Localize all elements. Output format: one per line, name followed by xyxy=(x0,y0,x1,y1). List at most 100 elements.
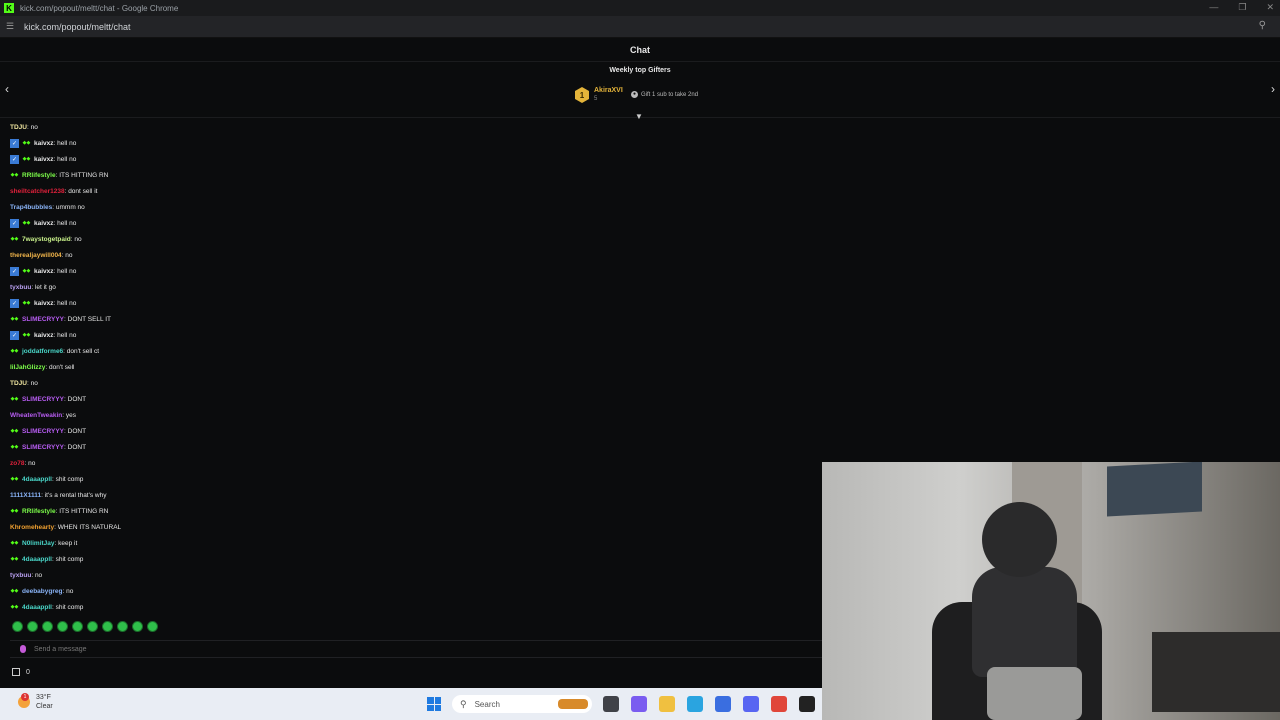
site-settings-icon[interactable]: ☰ xyxy=(6,21,16,32)
chat-username[interactable]: Khromehearty xyxy=(10,524,54,531)
chat-username[interactable]: SLIMECRYYY xyxy=(22,316,64,323)
task-view-icon[interactable] xyxy=(603,696,619,712)
chat-username[interactable]: tyxbuu xyxy=(10,572,31,579)
chat-username[interactable]: 4daaappll xyxy=(22,556,52,563)
chat-text: hell no xyxy=(57,267,77,275)
file-explorer-icon[interactable] xyxy=(659,696,675,712)
chat-message: lilJahGlizzy: don't sell xyxy=(10,359,810,375)
chat-text: dont sell it xyxy=(68,187,98,195)
gift-box-icon[interactable] xyxy=(12,668,20,676)
chat-username[interactable]: sheiltcatcher1238 xyxy=(10,188,65,195)
chat-text: shit comp xyxy=(55,603,84,611)
windows-start-icon[interactable] xyxy=(427,697,441,711)
top-gifter[interactable]: 1 AkiraXVI 5 xyxy=(575,86,623,104)
chat-username[interactable]: 4daaappll xyxy=(22,604,52,611)
address-bar[interactable]: ☰ kick.com/popout/meltt/chat ⚲ xyxy=(0,16,1280,38)
chat-message: ◆◆ 4daaappll: shit comp xyxy=(10,471,810,487)
chat-message: ◆◆ 7waystogetpaid: no xyxy=(10,231,810,247)
emote-icon[interactable] xyxy=(132,621,143,632)
chat-message: ✓ ◆◆ kaivxz: hell no xyxy=(10,151,810,167)
url-text[interactable]: kick.com/popout/meltt/chat xyxy=(24,22,131,32)
emote-icon[interactable] xyxy=(87,621,98,632)
chat-text: shit comp xyxy=(55,475,84,483)
weather-desc: Clear xyxy=(36,703,53,710)
chat-username[interactable]: Trap4bubbles xyxy=(10,204,52,211)
emote-icon[interactable] xyxy=(42,621,53,632)
chat-username[interactable]: 1111X1111 xyxy=(10,492,41,499)
subscriber-badge-icon: ◆◆ xyxy=(10,444,19,450)
emote-icon[interactable] xyxy=(72,621,83,632)
chat-input[interactable]: Send a message xyxy=(10,640,822,658)
chat-username[interactable]: kaivxz xyxy=(34,332,54,339)
emote-icon[interactable] xyxy=(57,621,68,632)
gift-hint[interactable]: ● Gift 1 sub to take 2nd xyxy=(631,91,698,98)
subscriber-badge-icon: ◆◆ xyxy=(10,508,19,514)
chat-username[interactable]: lilJahGlizzy xyxy=(10,364,45,371)
chat-username[interactable]: therealjaywill004 xyxy=(10,252,62,259)
chat-message: ◆◆ deebabygreg: no xyxy=(10,583,810,599)
emote-icon[interactable] xyxy=(102,621,113,632)
copilot-icon[interactable] xyxy=(631,696,647,712)
chat-username[interactable]: kaivxz xyxy=(34,300,54,307)
chat-text: no xyxy=(65,251,73,259)
chat-username[interactable]: tyxbuu xyxy=(10,284,31,291)
verified-badge-icon: ✓ xyxy=(10,266,19,276)
chat-username[interactable]: RRlifestyle xyxy=(22,508,56,515)
verified-badge-icon: ✓ xyxy=(10,330,19,340)
chat-username[interactable]: TDJU xyxy=(10,380,27,387)
discord-icon[interactable] xyxy=(743,696,759,712)
minimize-icon[interactable]: — xyxy=(1209,2,1218,13)
chat-username[interactable]: WheatenTweakin xyxy=(10,412,62,419)
chat-message: ✓ ◆◆ kaivxz: hell no xyxy=(10,327,810,343)
chevron-left-icon[interactable]: ‹ xyxy=(5,82,9,96)
chat-username[interactable]: SLIMECRYYY xyxy=(22,428,64,435)
search-icon[interactable]: ⚲ xyxy=(1259,20,1266,31)
webcam-poster xyxy=(1107,462,1202,517)
chat-text: no xyxy=(34,571,43,579)
weather-widget[interactable]: 1 33°F Clear xyxy=(18,693,53,711)
chat-username[interactable]: joddatforme6 xyxy=(22,348,63,355)
taskbar: 1 33°F Clear ⚲ Search xyxy=(0,688,822,720)
chevron-right-icon[interactable]: › xyxy=(1271,82,1275,96)
chat-username[interactable]: kaivxz xyxy=(34,156,54,163)
subscriber-badge-icon: ◆◆ xyxy=(22,268,31,274)
close-icon[interactable]: ✕ xyxy=(1266,2,1274,13)
emote-icon[interactable] xyxy=(12,621,23,632)
chat-message: TDJU: no xyxy=(10,119,810,135)
chat-username[interactable]: RRlifestyle xyxy=(22,172,56,179)
restore-icon[interactable]: ❐ xyxy=(1238,2,1246,13)
emote-icon[interactable] xyxy=(27,621,38,632)
chat-username[interactable]: SLIMECRYYY xyxy=(22,444,64,451)
chat-username[interactable]: 4daaappll xyxy=(22,476,52,483)
webcam-couch xyxy=(1152,632,1280,712)
verified-badge-icon: ✓ xyxy=(10,138,19,148)
chat-username[interactable]: kaivxz xyxy=(34,220,54,227)
edge-icon[interactable] xyxy=(687,696,703,712)
emoji-icon[interactable] xyxy=(20,645,26,653)
chat-message: ✓ ◆◆ kaivxz: hell no xyxy=(10,263,810,279)
chat-text: hell no xyxy=(57,155,77,163)
chat-input-placeholder[interactable]: Send a message xyxy=(34,646,87,653)
chrome-icon[interactable] xyxy=(771,696,787,712)
chat-text: DONT SELL IT xyxy=(67,315,111,323)
chat-text: ITS HITTING RN xyxy=(59,171,109,179)
kick-logo-icon: K xyxy=(4,3,14,13)
chat-username[interactable]: TDJU xyxy=(10,124,27,131)
footer-count: 0 xyxy=(26,668,30,676)
chat-username[interactable]: N0limitJay xyxy=(22,540,55,547)
chat-username[interactable]: deebabygreg xyxy=(22,588,62,595)
chat-message: ✓ ◆◆ kaivxz: hell no xyxy=(10,295,810,311)
taskbar-search-label: Search xyxy=(474,699,500,709)
emote-icon[interactable] xyxy=(117,621,128,632)
chat-username[interactable]: SLIMECRYYY xyxy=(22,396,64,403)
app-icon[interactable] xyxy=(799,696,815,712)
chat-username[interactable]: 7waystogetpaid xyxy=(22,236,71,243)
chat-username[interactable]: kaivxz xyxy=(34,140,54,147)
store-icon[interactable] xyxy=(715,696,731,712)
emote-icon[interactable] xyxy=(147,621,158,632)
subscriber-badge-icon: ◆◆ xyxy=(22,300,31,306)
chat-username[interactable]: zo78 xyxy=(10,460,24,467)
chat-message: ◆◆ 4daaappll: shit comp xyxy=(10,551,810,567)
chat-username[interactable]: kaivxz xyxy=(34,268,54,275)
taskbar-search[interactable]: ⚲ Search xyxy=(452,695,592,713)
